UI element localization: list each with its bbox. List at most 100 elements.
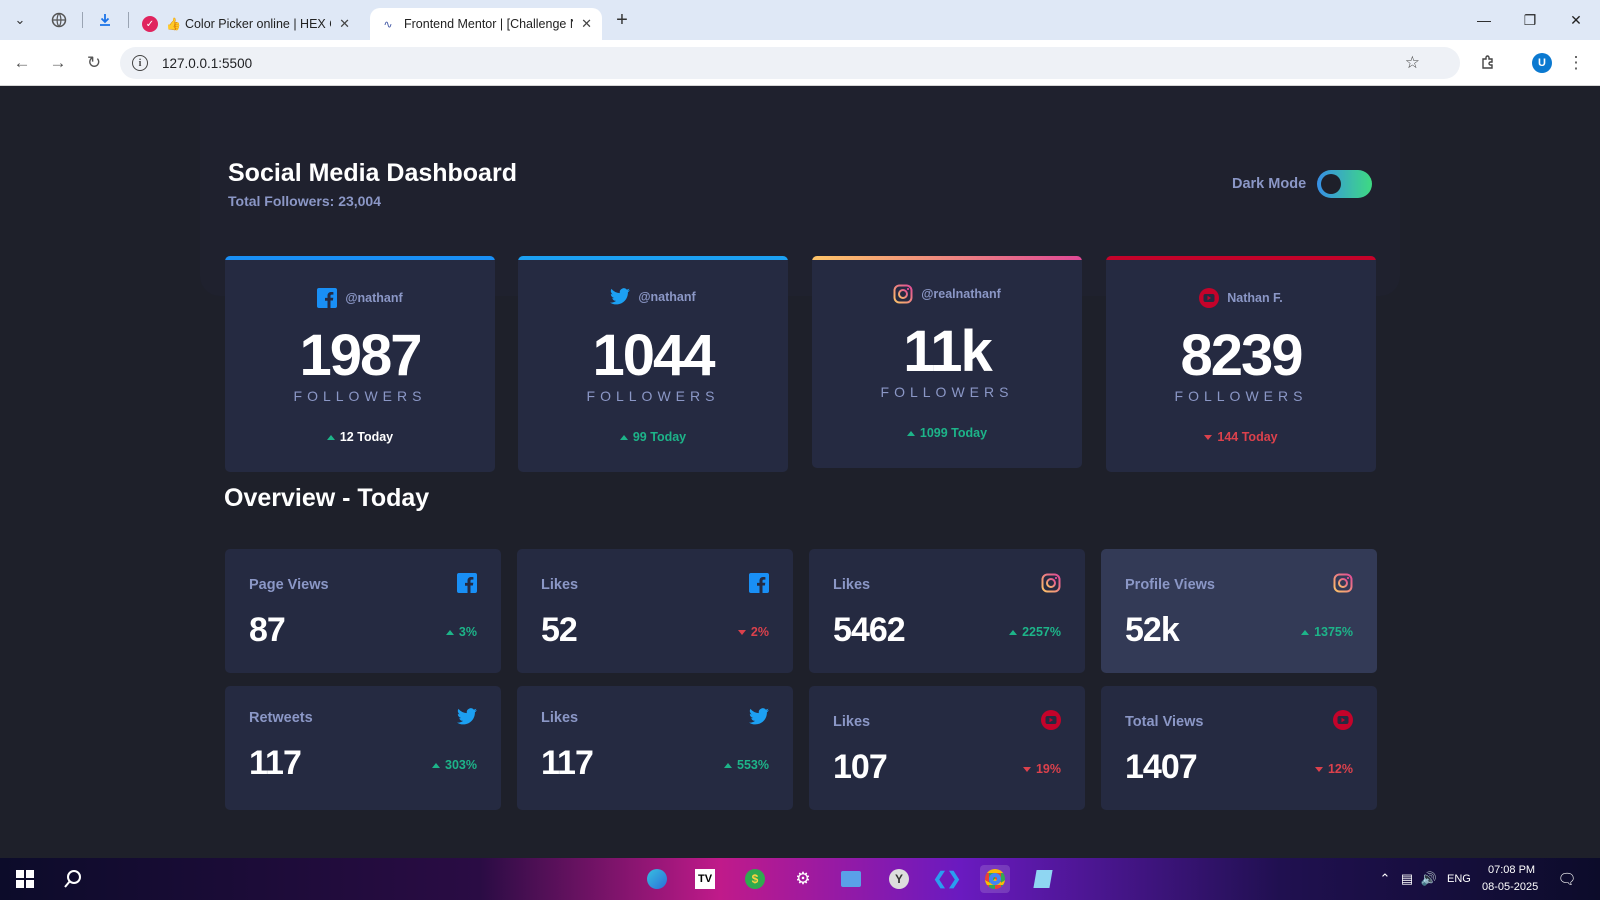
overview-label: Profile Views bbox=[1125, 577, 1215, 593]
overview-card-facebook-page-views[interactable]: Page Views 87 3% bbox=[225, 549, 501, 673]
download-icon bbox=[100, 14, 110, 26]
close-tab-icon[interactable]: ✕ bbox=[581, 16, 592, 32]
taskbar-edge[interactable] bbox=[642, 865, 672, 893]
taskbar-notepad[interactable] bbox=[1028, 865, 1058, 893]
overview-label: Likes bbox=[541, 577, 579, 593]
facebook-icon bbox=[317, 288, 338, 308]
follower-card-instagram[interactable]: @realnathanf 11k FOLLOWERS 1099 Today bbox=[812, 256, 1082, 468]
taskbar-chrome[interactable] bbox=[980, 865, 1010, 893]
menu-button[interactable]: ⋮ bbox=[1562, 49, 1590, 77]
overview-card-facebook-likes[interactable]: Likes 52 2% bbox=[517, 549, 793, 673]
today-text: 1099 Today bbox=[919, 426, 988, 440]
follower-card-twitter[interactable]: @nathanf 1044 FOLLOWERS 99 Today bbox=[518, 256, 788, 472]
extensions-button[interactable] bbox=[1474, 49, 1502, 77]
network-icon: ▤ bbox=[1400, 871, 1414, 886]
taskbar-app[interactable]: Y bbox=[884, 865, 914, 893]
minimize-icon: — bbox=[1477, 12, 1491, 28]
close-tab-icon[interactable]: ✕ bbox=[339, 16, 350, 32]
twitter-icon bbox=[749, 708, 769, 725]
dark-mode-label: Dark Mode bbox=[1232, 176, 1307, 192]
tray-volume[interactable]: 🔊 bbox=[1414, 865, 1444, 893]
arrow-down-icon bbox=[1204, 434, 1213, 440]
follower-card-facebook[interactable]: @nathanf 1987 FOLLOWERS 12 Today bbox=[225, 256, 495, 472]
card-accent-bar bbox=[1106, 256, 1376, 260]
overview-value: 52k bbox=[1125, 611, 1180, 649]
card-handle: @nathanf bbox=[225, 288, 495, 308]
vscode-icon: ❮❯ bbox=[932, 869, 962, 888]
pinned-tab-globe[interactable] bbox=[44, 8, 74, 32]
tab-frontend-mentor[interactable]: ∿ Frontend Mentor | [Challenge N ✕ bbox=[370, 8, 602, 40]
arrow-up-icon bbox=[1009, 629, 1018, 635]
arrow-right-icon: → bbox=[49, 53, 67, 72]
taskbar-money-app[interactable]: $ bbox=[740, 865, 770, 893]
arrow-up-icon bbox=[326, 434, 335, 440]
taskbar-tradingview[interactable]: TV bbox=[690, 865, 720, 893]
overview-value: 5462 bbox=[833, 611, 906, 649]
taskbar-time[interactable]: 07:08 PM bbox=[1488, 864, 1535, 876]
site-info-icon[interactable]: i bbox=[132, 55, 148, 71]
back-button[interactable]: ← bbox=[8, 49, 36, 77]
address-bar[interactable]: i 127.0.0.1:5500 ☆ bbox=[120, 47, 1460, 79]
follower-count: 8239 bbox=[1180, 323, 1303, 388]
overview-card-instagram-likes[interactable]: Likes 5462 2257% bbox=[809, 549, 1085, 673]
files-icon bbox=[841, 871, 861, 887]
volume-icon: 🔊 bbox=[1420, 871, 1438, 886]
restore-button[interactable]: ❐ bbox=[1510, 8, 1550, 32]
card-handle: Nathan F. bbox=[1106, 288, 1376, 308]
forward-button[interactable]: → bbox=[44, 49, 72, 77]
page-title: Social Media Dashboard bbox=[228, 159, 517, 187]
profile-avatar[interactable]: U bbox=[1532, 53, 1552, 73]
search-button[interactable] bbox=[58, 865, 88, 893]
dark-mode-toggle[interactable] bbox=[1317, 170, 1372, 198]
taskbar-settings[interactable]: ⚙ bbox=[788, 865, 818, 893]
chevron-down-icon: ⌄ bbox=[14, 12, 26, 27]
tab-title: Frontend Mentor | [Challenge N bbox=[404, 17, 574, 31]
language-indicator[interactable]: ENG bbox=[1447, 873, 1471, 885]
overview-value: 87 bbox=[249, 611, 286, 649]
follower-count: 1987 bbox=[299, 323, 422, 388]
overview-percent: 2% bbox=[737, 625, 769, 639]
notification-center[interactable]: 🗨 bbox=[1552, 865, 1582, 893]
taskbar-files[interactable] bbox=[836, 865, 866, 893]
overview-card-twitter-likes[interactable]: Likes 117 553% bbox=[517, 686, 793, 810]
start-button[interactable] bbox=[10, 865, 40, 893]
overview-percent: 2257% bbox=[1009, 625, 1061, 639]
taskbar-date[interactable]: 08-05-2025 bbox=[1482, 881, 1538, 893]
overview-value: 117 bbox=[249, 744, 302, 782]
dashboard-page: Social Media Dashboard Total Followers: … bbox=[0, 86, 1600, 858]
minimize-button[interactable]: — bbox=[1464, 8, 1504, 32]
overview-percent: 3% bbox=[445, 625, 477, 639]
overview-label: Likes bbox=[833, 577, 871, 593]
overview-card-twitter-retweets[interactable]: Retweets 117 303% bbox=[225, 686, 501, 810]
today-text: 12 Today bbox=[339, 430, 394, 444]
followers-label: FOLLOWERS bbox=[293, 388, 427, 404]
overview-card-youtube-likes[interactable]: Likes 107 19% bbox=[809, 686, 1085, 810]
percent-text: 12% bbox=[1327, 762, 1353, 776]
handle-text: @nathanf bbox=[638, 289, 696, 304]
arrow-up-icon bbox=[1301, 629, 1310, 635]
percent-text: 3% bbox=[458, 625, 477, 639]
tab-search-button[interactable]: ⌄ bbox=[6, 6, 34, 34]
overview-card-instagram-profile-views[interactable]: Profile Views 52k 1375% bbox=[1101, 549, 1377, 673]
percent-text: 2257% bbox=[1022, 625, 1061, 639]
taskbar-vscode[interactable]: ❮❯ bbox=[932, 865, 962, 893]
reload-button[interactable]: ↻ bbox=[80, 49, 108, 77]
gear-icon: ⚙ bbox=[795, 869, 811, 888]
overview-value: 52 bbox=[541, 611, 578, 649]
url-text[interactable]: 127.0.0.1:5500 bbox=[162, 56, 252, 71]
pinned-tab-downloads[interactable] bbox=[90, 8, 120, 32]
today-change: 1099 Today bbox=[812, 426, 1082, 440]
globe-icon bbox=[51, 12, 67, 28]
thumbs-up-icon: 👍 bbox=[166, 17, 181, 31]
overview-card-youtube-total-views[interactable]: Total Views 1407 12% bbox=[1101, 686, 1377, 810]
new-tab-button[interactable]: + bbox=[608, 6, 636, 34]
close-window-button[interactable]: ✕ bbox=[1556, 8, 1596, 32]
overview-label: Total Views bbox=[1125, 714, 1204, 730]
overview-label: Retweets bbox=[249, 710, 313, 726]
overview-percent: 553% bbox=[724, 758, 769, 772]
overview-percent: 303% bbox=[432, 758, 477, 772]
tab-color-picker[interactable]: ✓ 👍 Color Picker online | HEX Co ✕ bbox=[132, 8, 360, 40]
bookmark-star-icon[interactable]: ☆ bbox=[1405, 53, 1420, 73]
card-handle: @nathanf bbox=[518, 288, 788, 305]
follower-card-youtube[interactable]: Nathan F. 8239 FOLLOWERS 144 Today bbox=[1106, 256, 1376, 472]
